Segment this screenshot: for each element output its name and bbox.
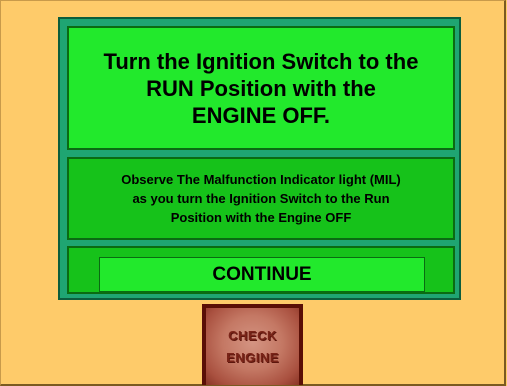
instruction-panel: Turn the Ignition Switch to the RUN Posi… (58, 17, 461, 300)
mil-label-check: CHECK (228, 327, 277, 343)
observe-box: Observe The Malfunction Indicator light … (67, 157, 455, 240)
continue-button[interactable]: CONTINUE (99, 257, 425, 292)
check-engine-light-icon: CHECK ENGINE (202, 304, 303, 385)
instruction-title: Turn the Ignition Switch to the RUN Posi… (103, 48, 419, 128)
continue-box: CONTINUE (67, 246, 455, 294)
title-box: Turn the Ignition Switch to the RUN Posi… (67, 26, 455, 150)
observe-instruction: Observe The Malfunction Indicator light … (121, 172, 401, 225)
mil-label-engine: ENGINE (226, 349, 279, 365)
mil-lens: CHECK ENGINE (206, 308, 299, 385)
